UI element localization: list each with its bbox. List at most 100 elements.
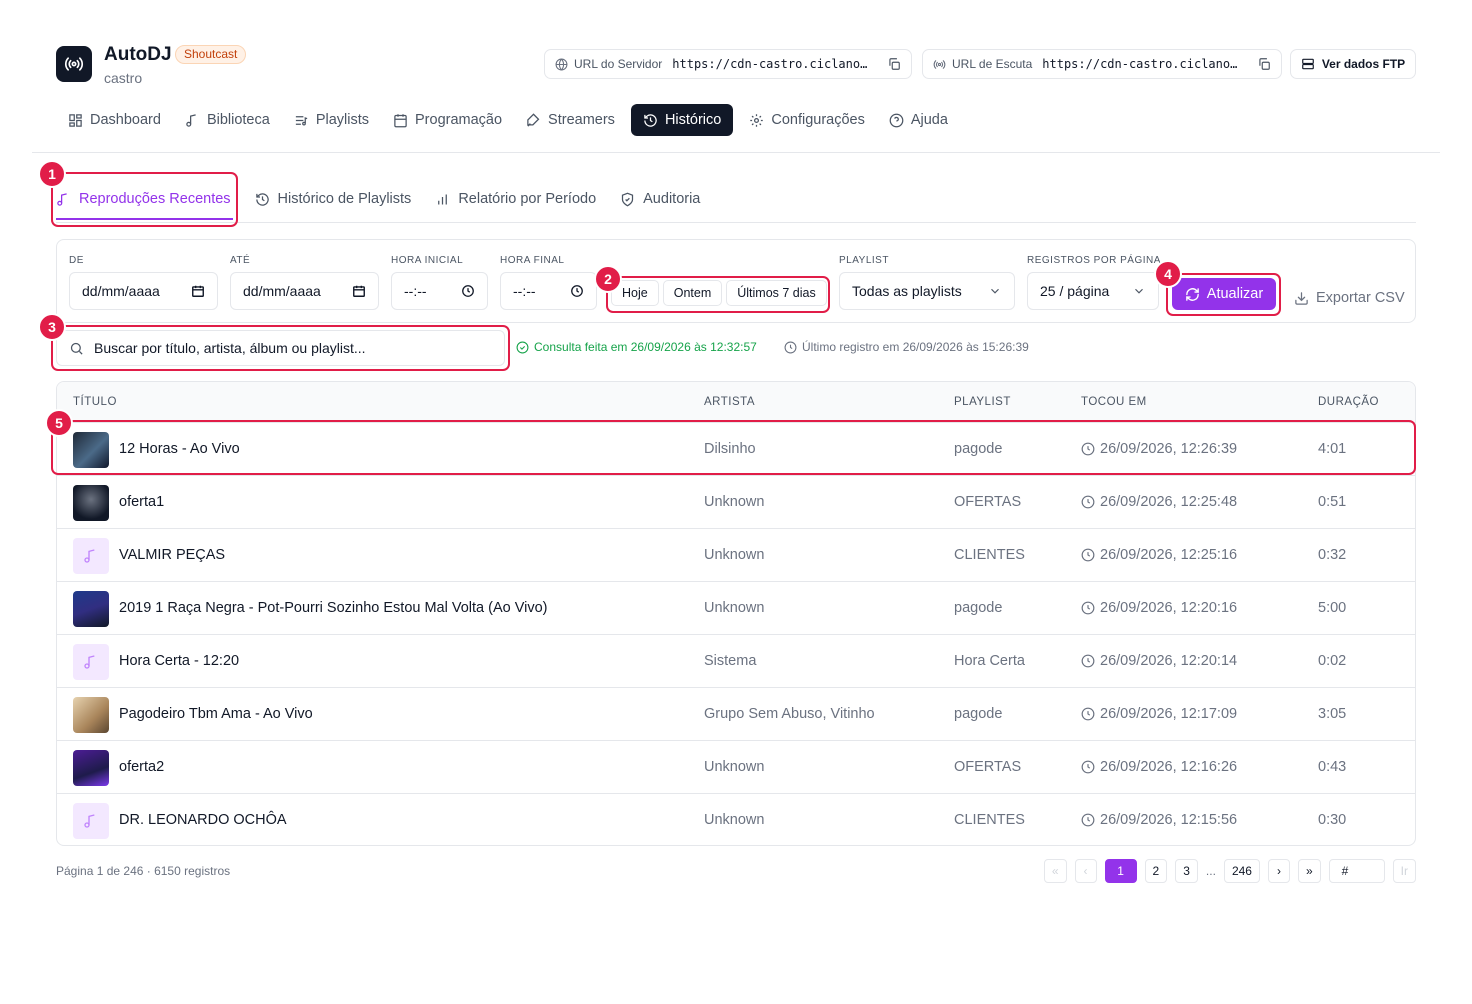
copy-icon[interactable] — [1257, 57, 1271, 71]
playlist-icon — [295, 115, 308, 125]
played-at-text: 26/09/2026, 12:16:26 — [1100, 759, 1238, 775]
row-title: Hora Certa - 12:20 — [119, 653, 240, 669]
table-row[interactable]: VALMIR PEÇAS Unknown CLIENTES 26/09/2026… — [57, 529, 1415, 582]
table-row[interactable]: DR. LEONARDO OCHÔA Unknown CLIENTES 26/0… — [57, 794, 1415, 845]
next-page-button[interactable]: › — [1267, 859, 1290, 883]
nav-dashboard[interactable]: Dashboard — [60, 104, 169, 136]
nav-label: Dashboard — [90, 112, 161, 128]
annotation-marker: 5 — [45, 409, 73, 437]
go-button[interactable]: Ir — [1392, 859, 1416, 883]
page-3-button[interactable]: 3 — [1175, 859, 1198, 883]
first-page-button[interactable]: « — [1043, 859, 1067, 883]
clock-icon — [784, 341, 797, 353]
listen-url-label: URL de Escuta — [952, 57, 1033, 71]
row-playlist: Hora Certa — [954, 653, 1025, 669]
export-csv-button[interactable]: Exportar CSV — [1294, 290, 1405, 306]
to-date-label: ATÉ — [230, 255, 251, 266]
pagination-info: Página 1 de 246 · 6150 registros — [56, 864, 231, 878]
end-time-label: HORA FINAL — [500, 255, 565, 266]
nav-playlists[interactable]: Playlists — [286, 104, 377, 136]
col-artist[interactable]: ARTISTA — [704, 396, 755, 408]
row-artist: Sistema — [704, 653, 757, 669]
header-divider — [32, 152, 1440, 153]
per-page-select[interactable]: 25 / página — [1027, 272, 1159, 310]
nav-historico[interactable]: Histórico — [630, 104, 734, 136]
played-at-text: 26/09/2026, 12:20:16 — [1100, 600, 1238, 616]
played-at-text: 26/09/2026, 12:17:09 — [1100, 706, 1238, 722]
ftp-button-label: Ver dados FTP — [1321, 57, 1406, 71]
copy-icon[interactable] — [887, 57, 901, 71]
tab-label: Relatório por Período — [458, 191, 597, 207]
table-row[interactable]: 2019 1 Raça Negra - Pot-Pourri Sozinho E… — [57, 582, 1415, 635]
ftp-data-button[interactable]: Ver dados FTP — [1290, 49, 1416, 79]
end-time-input[interactable]: --:-- — [500, 272, 597, 310]
row-duration: 0:02 — [1318, 653, 1347, 669]
station-name: castro — [104, 70, 143, 86]
music-note-icon — [84, 814, 95, 828]
clock-icon[interactable] — [570, 284, 584, 298]
clock-icon[interactable] — [461, 284, 475, 298]
annotation-marker: 1 — [38, 160, 66, 188]
shield-check-icon — [622, 192, 634, 206]
nav-configuracoes[interactable]: Configurações — [741, 104, 873, 136]
nav-biblioteca[interactable]: Biblioteca — [177, 104, 278, 136]
page-jump-input[interactable]: # — [1328, 859, 1385, 883]
tab-audit[interactable]: Auditoria — [620, 186, 700, 212]
from-date-input[interactable]: dd/mm/aaaa — [69, 272, 218, 310]
album-cover — [73, 485, 109, 521]
listen-url-box: URL de Escuta https://cdn-castro.ciclano… — [922, 49, 1282, 79]
main-nav: Dashboard Biblioteca Playlists Programaç… — [60, 104, 956, 136]
table-row[interactable]: Hora Certa - 12:20 Sistema Hora Certa 26… — [57, 635, 1415, 688]
start-time-label: HORA INICIAL — [391, 255, 464, 266]
last-page-button[interactable]: » — [1297, 859, 1321, 883]
broadcast-icon — [64, 57, 84, 71]
nav-label: Ajuda — [910, 112, 948, 128]
table-row[interactable]: oferta1 Unknown OFERTAS 26/09/2026, 12:2… — [57, 476, 1415, 529]
clock-icon — [1081, 813, 1095, 827]
clock-icon — [1081, 601, 1095, 615]
playlist-select[interactable]: Todas as playlists — [839, 272, 1015, 310]
row-played-at: 26/09/2026, 12:16:26 — [1081, 759, 1237, 775]
table-row[interactable]: Pagodeiro Tbm Ama - Ao Vivo Grupo Sem Ab… — [57, 688, 1415, 741]
col-duration[interactable]: DURAÇÃO — [1318, 396, 1379, 408]
music-note-icon — [84, 655, 95, 669]
nav-ajuda[interactable]: Ajuda — [881, 104, 956, 136]
table-row[interactable]: oferta2 Unknown OFERTAS 26/09/2026, 12:1… — [57, 741, 1415, 794]
tabs-divider — [56, 222, 1416, 223]
row-artist: Unknown — [704, 494, 765, 510]
from-date-label: DE — [69, 255, 84, 266]
calendar-icon[interactable] — [352, 284, 366, 298]
last-page-number-button[interactable]: 246 — [1223, 859, 1260, 883]
page-1-button[interactable]: 1 — [1104, 859, 1137, 883]
per-page-label: REGISTROS POR PÁGINA — [1027, 255, 1161, 266]
tab-playlist-history[interactable]: Histórico de Playlists — [255, 186, 411, 212]
col-playlist[interactable]: PLAYLIST — [954, 396, 1011, 408]
page-2-button[interactable]: 2 — [1144, 859, 1168, 883]
calendar-icon[interactable] — [191, 284, 205, 298]
start-time-value: --:-- — [404, 283, 427, 299]
highlight-box — [606, 276, 830, 313]
album-cover — [73, 697, 109, 733]
prev-page-button[interactable]: ‹ — [1074, 859, 1097, 883]
help-icon — [889, 113, 904, 127]
start-time-input[interactable]: --:-- — [391, 272, 488, 310]
nav-streamers[interactable]: Streamers — [518, 104, 623, 136]
played-at-text: 26/09/2026, 12:25:16 — [1100, 547, 1238, 563]
to-date-input[interactable]: dd/mm/aaaa — [230, 272, 379, 310]
row-title: VALMIR PEÇAS — [119, 547, 226, 563]
bar-chart-icon — [438, 194, 448, 204]
col-played-at[interactable]: TOCOU EM — [1081, 396, 1147, 408]
album-placeholder — [73, 644, 109, 680]
query-status: Consulta feita em 26/09/2026 às 12:32:57 — [516, 340, 757, 354]
microphone-icon — [527, 112, 540, 127]
row-played-at: 26/09/2026, 12:17:09 — [1081, 706, 1237, 722]
row-playlist: CLIENTES — [954, 547, 1025, 563]
nav-programacao[interactable]: Programação — [385, 104, 510, 136]
highlight-box — [51, 420, 1416, 475]
album-cover — [73, 750, 109, 786]
globe-icon — [555, 58, 568, 70]
played-at-text: 26/09/2026, 12:25:48 — [1100, 494, 1238, 510]
col-title[interactable]: TÍTULO — [73, 396, 117, 408]
tab-period-report[interactable]: Relatório por Período — [435, 186, 596, 212]
to-date-value: dd/mm/aaaa — [243, 283, 321, 299]
